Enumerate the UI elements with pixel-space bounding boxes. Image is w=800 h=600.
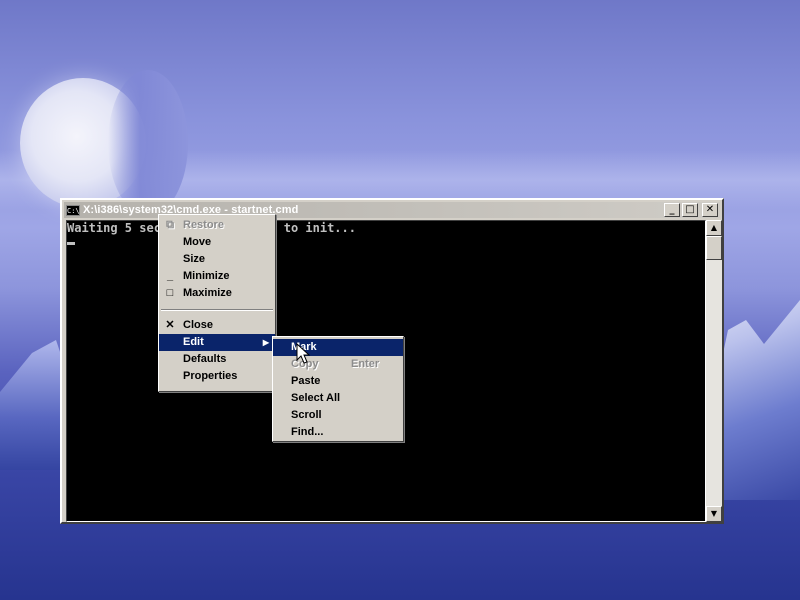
mouse-pointer-icon — [296, 343, 311, 364]
menu-item-label: Minimize — [183, 270, 230, 282]
maximize-button[interactable]: □ — [682, 203, 698, 217]
menu-item-restore[interactable]: ⧉ Restore — [159, 217, 275, 234]
menu-item-properties[interactable]: Properties — [159, 368, 275, 385]
menu-item-label: Find... — [291, 426, 324, 438]
maximize-icon: □ — [166, 287, 174, 299]
menu-item-move[interactable]: Move — [159, 234, 275, 251]
menu-separator — [161, 309, 273, 311]
menu-item-label: Close — [183, 319, 213, 331]
title-buttons: _ □ ✕ — [664, 203, 718, 217]
minimize-button[interactable]: _ — [664, 203, 680, 217]
moon-shadow — [108, 70, 188, 216]
menu-item-paste[interactable]: Paste — [273, 373, 403, 390]
menu-item-label: Restore — [183, 219, 224, 231]
menu-item-label: Scroll — [291, 409, 322, 421]
menu-item-copy[interactable]: Copy Enter — [273, 356, 403, 373]
restore-icon: ⧉ — [166, 219, 174, 231]
scroll-up-button[interactable]: ▲ — [706, 220, 722, 236]
menu-item-close[interactable]: ✕ Close — [159, 317, 275, 334]
menu-item-label: Size — [183, 253, 206, 265]
menu-item-label: Paste — [291, 375, 321, 387]
menu-item-label: Select All — [291, 392, 341, 404]
menu-item-defaults[interactable]: Defaults — [159, 351, 275, 368]
vertical-scrollbar[interactable]: ▲ ▼ — [706, 220, 722, 522]
text-cursor — [67, 242, 75, 245]
close-icon: ✕ — [165, 319, 175, 331]
menu-item-label: Properties — [183, 370, 238, 382]
scroll-thumb[interactable] — [706, 236, 722, 260]
menu-item-label: Move — [183, 236, 212, 248]
menu-item-edit[interactable]: Edit ▶ — [159, 334, 275, 351]
menu-item-label: Defaults — [183, 353, 227, 365]
minimize-icon: _ — [166, 270, 174, 282]
menu-item-scroll[interactable]: Scroll — [273, 407, 403, 424]
menu-item-size[interactable]: Size — [159, 251, 275, 268]
system-menu: ⧉ Restore Move Size _ Minimize □ Maximiz… — [158, 214, 276, 392]
menu-item-select-all[interactable]: Select All — [273, 390, 403, 407]
menu-item-mark[interactable]: Mark — [273, 339, 403, 356]
scroll-down-button[interactable]: ▼ — [706, 506, 722, 522]
menu-item-label: Edit — [183, 336, 204, 348]
menu-item-label: Maximize — [183, 287, 232, 299]
menu-item-maximize[interactable]: □ Maximize — [159, 285, 275, 302]
menu-item-shortcut: Enter — [351, 358, 380, 370]
cmd-icon[interactable]: C:\ — [66, 204, 80, 216]
submenu-arrow-icon: ▶ — [262, 338, 269, 347]
menu-item-find[interactable]: Find... — [273, 424, 403, 441]
edit-submenu: Mark Copy Enter Paste Select All Scroll … — [272, 336, 404, 442]
menu-item-minimize[interactable]: _ Minimize — [159, 268, 275, 285]
close-button[interactable]: ✕ — [702, 203, 718, 217]
